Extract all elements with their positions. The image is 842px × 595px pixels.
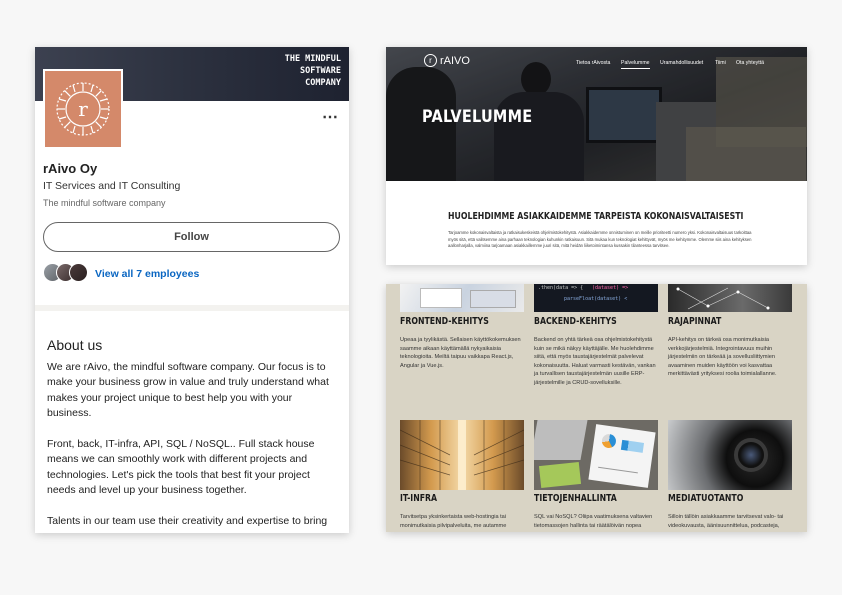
website-hero-section: r rAIVO Tietoa rAivosta Palvelumme Urama…: [386, 47, 807, 265]
section-divider: [35, 305, 349, 311]
it-infra-image: [400, 420, 524, 490]
service-description: SQL vai NoSQL? Oliipa vaatimuksena valta…: [534, 514, 653, 529]
nav-link[interactable]: Tietoa rAivosta: [576, 60, 610, 66]
service-title: IT-INFRA: [400, 493, 438, 504]
line-chart-icon: [598, 454, 640, 474]
avatar: [69, 263, 88, 282]
about-paragraph: We are rAivo, the mindful software compa…: [47, 361, 329, 419]
service-description: Upeaa ja tyylikästä. Sellaisen käyttökok…: [400, 337, 521, 369]
code-line: parseFloat(dataset) <: [564, 296, 628, 302]
site-logo[interactable]: r rAIVO: [424, 54, 470, 67]
services-grid: .then(data => { (dataset) => parseFloat(…: [386, 284, 807, 532]
network-lines-icon: [676, 287, 770, 310]
browser-window: [420, 288, 462, 308]
service-description: API-kehitys on tärkeä osa monimutkaisia …: [668, 337, 777, 378]
mandala-logo-icon: r: [56, 82, 110, 136]
code-line: (dataset) =>: [592, 285, 629, 291]
service-description: Backend on yhtä tärkeä osa ohjelmistokeh…: [534, 337, 656, 386]
company-logo[interactable]: r: [43, 69, 123, 149]
hero-title: PALVELUMME: [422, 107, 533, 127]
backend-code-image: .then(data => { (dataset) => parseFloat(…: [534, 284, 658, 312]
linkedin-company-card: THE MINDFUL SOFTWARE COMPANY r ⋯ rAivo O…: [35, 47, 349, 533]
about-paragraph: Front, back, IT-infra, API, SQL / NoSQL.…: [47, 438, 315, 496]
section-heading: HUOLEHDIMME ASIAKKAIDEMME TARPEISTA KOKO…: [448, 211, 744, 222]
nav-link[interactable]: Uramahdollisuudet: [660, 60, 703, 66]
banner-line: THE MINDFUL: [284, 54, 341, 64]
camera-lens-icon: [734, 438, 768, 472]
frontend-image: [400, 284, 524, 312]
view-employees-link[interactable]: View all 7 employees: [95, 268, 199, 280]
company-tagline: The mindful software company: [43, 198, 166, 208]
network-image: [668, 284, 792, 312]
service-description: Tarvitsetpa yksinkertaista web-hostingia…: [400, 514, 507, 529]
nav-link[interactable]: Tiimi: [715, 60, 726, 66]
more-options-icon[interactable]: ⋯: [322, 107, 339, 127]
section-body: Tarjoamme kokonaisvaltaista ja ratkaisuk…: [448, 230, 752, 249]
report-paper: [588, 424, 656, 488]
service-title: BACKEND-KEHITYS: [534, 316, 617, 327]
banner-line: COMPANY: [305, 78, 341, 88]
browser-window: [470, 290, 516, 308]
keyboard: [534, 420, 588, 460]
pie-chart-icon: [601, 433, 617, 449]
skyscraper-lines-icon: [400, 420, 524, 490]
hero-photo: r rAIVO Tietoa rAivosta Palvelumme Urama…: [386, 47, 807, 181]
employee-avatars[interactable]: [43, 263, 93, 283]
service-title: FRONTEND-KEHITYS: [400, 316, 489, 327]
data-management-image: [534, 420, 658, 490]
bar-chart-icon: [620, 439, 645, 453]
company-industry: IT Services and IT Consulting: [43, 180, 181, 192]
nav-link-active[interactable]: Palvelumme: [621, 60, 650, 69]
media-production-image: [668, 420, 792, 490]
logo-ring-icon: r: [424, 54, 437, 67]
company-name: rAivo Oy: [43, 161, 98, 176]
svg-text:r: r: [78, 97, 88, 121]
follow-button[interactable]: Follow: [43, 222, 340, 252]
banner-text: THE MINDFUL SOFTWARE COMPANY: [251, 53, 341, 89]
banner-line: SOFTWARE: [300, 66, 341, 76]
nav-link[interactable]: Ota yhteyttä: [736, 60, 764, 66]
sticky-note: [538, 461, 582, 489]
site-logo-text: rAIVO: [440, 54, 470, 67]
service-title: RAJAPINNAT: [668, 316, 722, 327]
service-title: MEDIATUOTANTO: [668, 493, 744, 504]
service-title: TIETOJENHALLINTA: [534, 493, 617, 504]
code-line: .then(data => {: [538, 285, 584, 291]
service-description: Silloin tällöin asiakkaamme tarvitsevat …: [668, 514, 784, 529]
about-paragraph: Talents in our team use their creativity…: [47, 515, 328, 527]
about-heading: About us: [47, 337, 103, 353]
